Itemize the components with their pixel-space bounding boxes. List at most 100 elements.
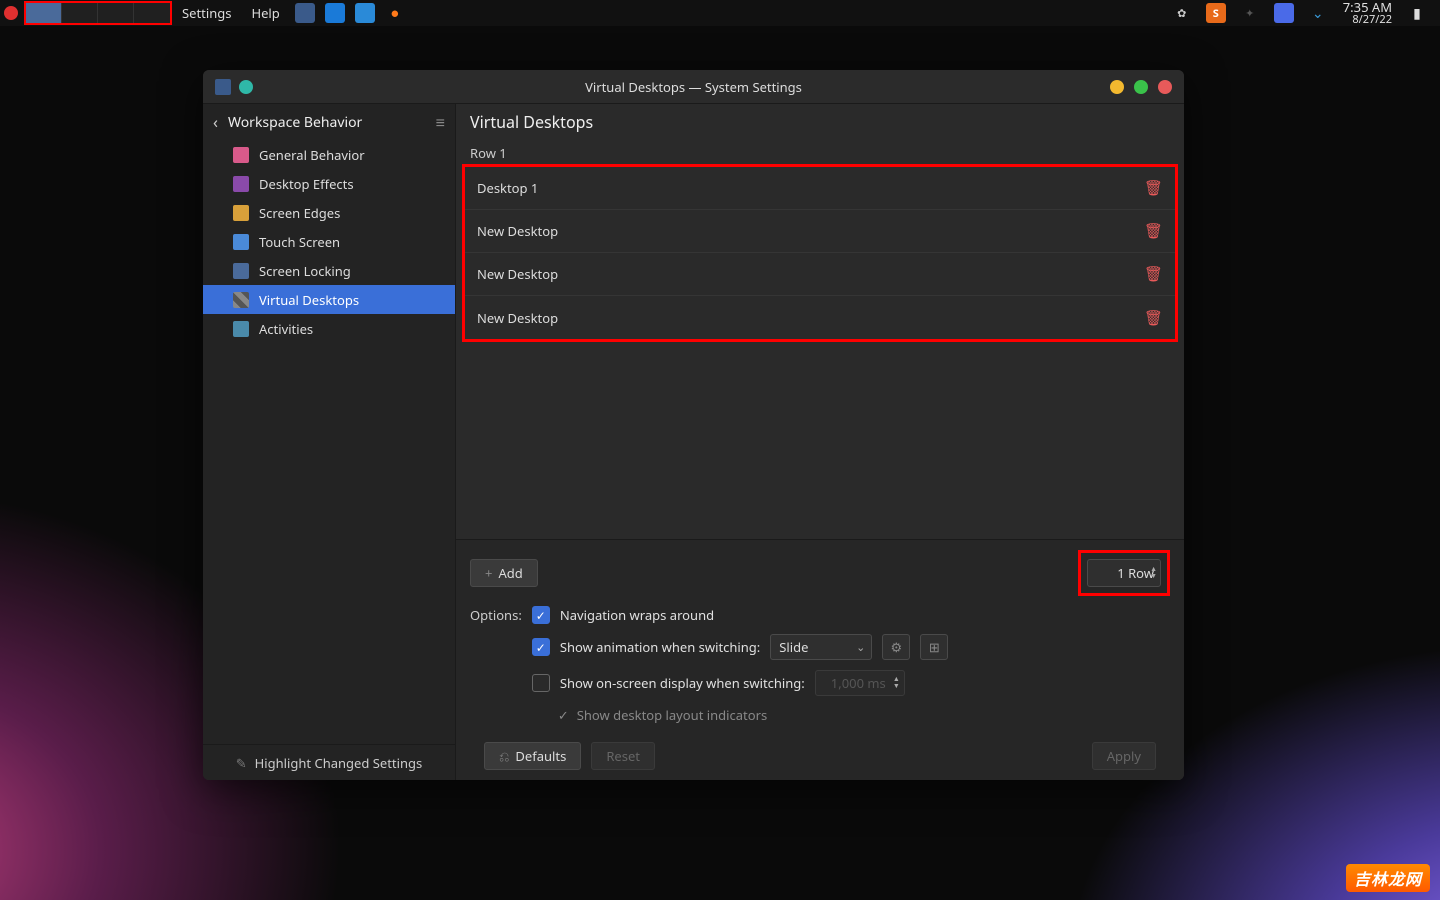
- animation-select[interactable]: Slide: [770, 634, 872, 660]
- reset-label: Reset: [606, 747, 640, 765]
- animation-value: Slide: [779, 638, 808, 656]
- desktop-name: New Desktop: [477, 265, 558, 283]
- sidebar-item-touch-screen[interactable]: Touch Screen: [203, 227, 455, 256]
- virtual-desktops-icon: [233, 292, 249, 308]
- activities-icon: [233, 321, 249, 337]
- trash-icon[interactable]: 🗑: [1144, 178, 1163, 198]
- page-title: Virtual Desktops: [470, 111, 593, 133]
- spinner-arrows-icon: ▲▼: [893, 676, 900, 690]
- options-label: Options:: [470, 606, 522, 624]
- osd-label: Show on-screen display when switching:: [560, 674, 805, 692]
- close-button[interactable]: [1158, 80, 1172, 94]
- menu-help[interactable]: Help: [241, 0, 289, 26]
- sidebar-item-label: Screen Locking: [259, 262, 351, 280]
- sidebar-back[interactable]: ‹ Workspace Behavior ≡: [203, 104, 455, 140]
- desktop-row[interactable]: New Desktop 🗑: [465, 253, 1175, 296]
- osd-checkbox[interactable]: [532, 674, 550, 692]
- sidebar-item-desktop-effects[interactable]: Desktop Effects: [203, 169, 455, 198]
- desktop-row[interactable]: Desktop 1 🗑: [465, 167, 1175, 210]
- clock-date: 8/27/22: [1343, 14, 1392, 26]
- screen-edges-icon: [233, 205, 249, 221]
- main-content: Virtual Desktops Row 1 Desktop 1 🗑 New De…: [456, 104, 1184, 780]
- pager-cell-4[interactable]: [134, 3, 170, 23]
- tray-sogou-icon[interactable]: S: [1206, 3, 1226, 23]
- row-count-spinner[interactable]: 1 Row ▲▼: [1087, 559, 1161, 587]
- pager-cell-2[interactable]: [62, 3, 98, 23]
- taskbar-app-firefox[interactable]: ●: [385, 3, 405, 23]
- row-count-highlight: 1 Row ▲▼: [1078, 550, 1170, 596]
- sidebar-item-label: Virtual Desktops: [259, 291, 359, 309]
- apply-button[interactable]: Apply: [1092, 742, 1156, 770]
- minimize-button[interactable]: [1110, 80, 1124, 94]
- sidebar-item-label: General Behavior: [259, 146, 365, 164]
- menu-settings[interactable]: Settings: [172, 0, 241, 26]
- tray-ime-icon[interactable]: ✿: [1172, 3, 1192, 23]
- defaults-button[interactable]: ⎌ Defaults: [484, 742, 581, 770]
- maximize-button[interactable]: [1134, 80, 1148, 94]
- defaults-label: Defaults: [515, 747, 566, 765]
- desktop-effects-icon: [233, 176, 249, 192]
- osd-duration-spinner[interactable]: 1,000 ms ▲▼: [815, 670, 905, 696]
- reset-button[interactable]: Reset: [591, 742, 655, 770]
- record-icon[interactable]: [4, 6, 18, 20]
- general-behavior-icon: [233, 147, 249, 163]
- sidebar-item-virtual-desktops[interactable]: Virtual Desktops: [203, 285, 455, 314]
- configure-animation-button[interactable]: ⚙: [882, 634, 910, 660]
- sidebar-item-label: Touch Screen: [259, 233, 340, 251]
- wrap-checkbox[interactable]: ✓: [532, 606, 550, 624]
- trash-icon[interactable]: 🗑: [1144, 264, 1163, 284]
- animation-label: Show animation when switching:: [560, 638, 760, 656]
- indicators-label: Show desktop layout indicators: [577, 706, 767, 724]
- trash-icon[interactable]: 🗑: [1144, 308, 1163, 328]
- window-status-dot: [239, 80, 253, 94]
- trash-icon[interactable]: 🗑: [1144, 221, 1163, 241]
- pager-cell-1[interactable]: [26, 3, 62, 23]
- hamburger-icon[interactable]: ≡: [436, 111, 445, 133]
- row-count-value: 1 Row: [1117, 564, 1154, 582]
- sidebar-back-label: Workspace Behavior: [228, 113, 362, 132]
- sidebar: ‹ Workspace Behavior ≡ General Behavior …: [203, 104, 456, 780]
- taskbar-app-files[interactable]: [355, 3, 375, 23]
- tray-clipboard-icon[interactable]: ✦: [1240, 3, 1260, 23]
- highlight-changed-label: Highlight Changed Settings: [255, 754, 423, 772]
- sidebar-item-label: Screen Edges: [259, 204, 340, 222]
- add-button[interactable]: +Add: [470, 559, 538, 587]
- taskbar-app-2[interactable]: [325, 3, 345, 23]
- desktop-pager[interactable]: [24, 1, 172, 25]
- sidebar-item-screen-edges[interactable]: Screen Edges: [203, 198, 455, 227]
- desktop-row[interactable]: New Desktop 🗑: [465, 296, 1175, 339]
- row-label: Row 1: [456, 140, 1184, 164]
- sidebar-item-general-behavior[interactable]: General Behavior: [203, 140, 455, 169]
- sidebar-item-screen-locking[interactable]: Screen Locking: [203, 256, 455, 285]
- desktop-row[interactable]: New Desktop 🗑: [465, 210, 1175, 253]
- desktop-name: New Desktop: [477, 222, 558, 240]
- tray-chevron-icon[interactable]: ⌄: [1308, 3, 1328, 23]
- chevron-left-icon: ‹: [213, 111, 218, 133]
- titlebar[interactable]: Virtual Desktops — System Settings: [203, 70, 1184, 104]
- desktop-name: Desktop 1: [477, 179, 538, 197]
- touch-screen-icon: [233, 234, 249, 250]
- pager-cell-3[interactable]: [98, 3, 134, 23]
- top-panel: Settings Help ● ✿ S ✦ ⌄ 7:35 AM 8/27/22 …: [0, 0, 1440, 26]
- osd-duration-value: 1,000 ms: [831, 674, 886, 692]
- tray-network-icon[interactable]: [1274, 3, 1294, 23]
- desktop-name: New Desktop: [477, 309, 558, 327]
- wrap-label: Navigation wraps around: [560, 606, 714, 624]
- desktops-list: Desktop 1 🗑 New Desktop 🗑 New Desktop 🗑 New…: [462, 164, 1178, 342]
- plus-icon: +: [485, 564, 492, 582]
- pencil-icon: ✎: [236, 754, 247, 772]
- animation-info-button[interactable]: ⊞: [920, 634, 948, 660]
- clock[interactable]: 7:35 AM 8/27/22: [1343, 0, 1392, 26]
- spinner-arrows-icon[interactable]: ▲▼: [1150, 566, 1157, 580]
- screen-locking-icon: [233, 263, 249, 279]
- sidebar-item-label: Desktop Effects: [259, 175, 354, 193]
- taskbar-app-settings[interactable]: [295, 3, 315, 23]
- window-title: Virtual Desktops — System Settings: [203, 78, 1184, 96]
- user-icon[interactable]: ▮: [1407, 3, 1427, 23]
- sidebar-item-label: Activities: [259, 320, 313, 338]
- check-icon: ✓: [558, 706, 569, 724]
- defaults-icon: ⎌: [499, 747, 509, 765]
- sidebar-item-activities[interactable]: Activities: [203, 314, 455, 343]
- highlight-changed-button[interactable]: ✎ Highlight Changed Settings: [203, 744, 455, 780]
- animation-checkbox[interactable]: ✓: [532, 638, 550, 656]
